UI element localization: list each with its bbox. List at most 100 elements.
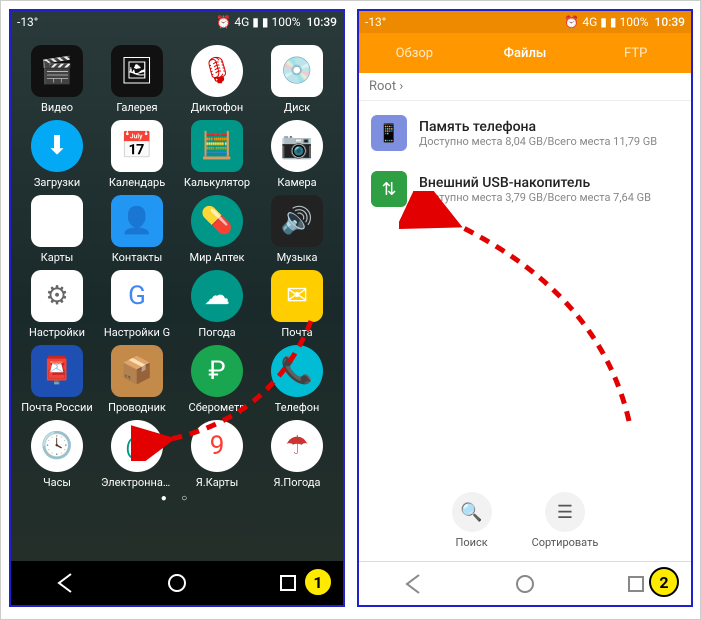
nav-home-button[interactable] xyxy=(505,564,545,604)
app-галерея[interactable]: 🖼 Галерея xyxy=(97,45,177,114)
alarm-icon: ⏰ xyxy=(216,15,231,29)
battery-percent: 100% xyxy=(272,15,301,29)
contacts-icon: 👤 xyxy=(111,195,163,247)
app-калькулятор[interactable]: 🧮 Калькулятор xyxy=(177,120,257,189)
status-icons: ⏰ 4G ▮ ▮ 100% xyxy=(564,15,648,29)
signal-icon: ▮ xyxy=(252,15,259,29)
phoneic-icon: 📞 xyxy=(271,345,323,397)
sber-icon: ₽ xyxy=(191,345,243,397)
explorer-icon: 📦 xyxy=(111,345,163,397)
dict-icon: 🎙 xyxy=(191,45,243,97)
nav-home-button[interactable] xyxy=(157,563,197,603)
app-label: Камера xyxy=(277,176,316,189)
app-label: Настройки G xyxy=(104,326,170,339)
nav-back-button[interactable] xyxy=(46,563,86,603)
app-карты[interactable]: 🗺 Карты xyxy=(17,195,97,264)
breadcrumb[interactable]: Root › xyxy=(359,73,691,101)
app-контакты[interactable]: 👤Контакты xyxy=(97,195,177,264)
action-sort[interactable]: ☰ Сортировать xyxy=(532,492,599,549)
network-icon: 4G xyxy=(234,15,249,29)
bottom-actions: 🔍 Поиск ☰ Сортировать xyxy=(359,492,691,549)
app-видео[interactable]: 🎬Видео xyxy=(17,45,97,114)
status-bar: -13° ⏰ 4G ▮ ▮ 100% 10:39 xyxy=(11,11,343,33)
storage-title: Внешний USB-накопитель xyxy=(419,175,651,191)
app-музыка[interactable]: 🔊Музыка xyxy=(257,195,337,264)
app-label: Я.Погода xyxy=(273,476,320,489)
storage-item[interactable]: ⇅Внешний USB-накопительДоступно места 3,… xyxy=(359,161,691,217)
app-настройки[interactable]: ⚙ Настройки xyxy=(17,270,97,339)
yweather-icon: ☂ xyxy=(271,420,323,472)
calc-icon: 🧮 xyxy=(191,120,243,172)
storage-sub: Доступно места 8,04 GB/Всего места 11,79… xyxy=(419,135,657,148)
nav-recent-button[interactable] xyxy=(268,563,308,603)
app-я.карты[interactable]: 9 Я.Карты xyxy=(177,420,257,489)
tab-overview[interactable]: Обзор xyxy=(359,33,470,73)
nav-bar xyxy=(359,561,691,605)
storage-sub: Доступно места 3,79 GB/Всего места 7,64 … xyxy=(419,191,651,204)
app-я.погода[interactable]: ☂ Я.Погода xyxy=(257,420,337,489)
app-label: Галерея xyxy=(116,101,157,114)
app-загрузки[interactable]: ⬇Загрузки xyxy=(17,120,97,189)
status-bar: -13° ⏰ 4G ▮ ▮ 100% 10:39 xyxy=(359,11,691,33)
app-мир аптек[interactable]: 💊Мир Аптек xyxy=(177,195,257,264)
alarm-icon: ⏰ xyxy=(564,15,579,29)
action-search[interactable]: 🔍 Поиск xyxy=(452,492,492,549)
app-камера[interactable]: 📷 Камера xyxy=(257,120,337,189)
status-temp: -13° xyxy=(17,15,38,29)
app-погода[interactable]: ☁Погода xyxy=(177,270,257,339)
app-настройки g[interactable]: G Настройки G xyxy=(97,270,177,339)
storage-item[interactable]: 📱 Память телефонаДоступно места 8,04 GB/В… xyxy=(359,105,691,161)
battery-percent: 100% xyxy=(620,15,649,29)
app-label: Сберометр xyxy=(189,401,246,414)
ymaps-icon: 9 xyxy=(191,420,243,472)
app-почта[interactable]: ✉Почта xyxy=(257,270,337,339)
app-label: Карты xyxy=(41,251,74,264)
signal-icon: ▮ xyxy=(600,15,607,29)
app-label: Электронная.. xyxy=(101,476,173,489)
file-tabs: Обзор Файлы FTP xyxy=(359,33,691,73)
nav-bar xyxy=(11,561,343,605)
app-label: Мир Аптек xyxy=(189,251,244,264)
app-диск[interactable]: 💿Диск xyxy=(257,45,337,114)
app-label: Музыка xyxy=(277,251,318,264)
app-label: Календарь xyxy=(109,176,165,189)
app-часы[interactable]: 🕓Часы xyxy=(17,420,97,489)
gallery-icon: 🖼 xyxy=(111,45,163,97)
battery-icon: ▮ xyxy=(262,15,269,29)
mail-icon: ✉ xyxy=(271,270,323,322)
screenshot-launcher: -13° ⏰ 4G ▮ ▮ 100% 10:39 🎬Видео 🖼 Галерея 🎙… xyxy=(9,9,345,607)
weather-icon: ☁ xyxy=(191,270,243,322)
app-label: Калькулятор xyxy=(184,176,250,189)
email-icon: @ xyxy=(111,420,163,472)
search-icon: 🔍 xyxy=(452,492,492,532)
app-проводник[interactable]: 📦 Проводник xyxy=(97,345,177,414)
app-grid: 🎬Видео 🖼 Галерея 🎙Диктофон💿Диск ⬇Загрузки📅Ка… xyxy=(11,33,343,489)
storage-title: Память телефона xyxy=(419,119,657,135)
app-электронная..[interactable]: @ Электронная.. xyxy=(97,420,177,489)
app-диктофон[interactable]: 🎙Диктофон xyxy=(177,45,257,114)
app-почта россии[interactable]: 📮Почта России xyxy=(17,345,97,414)
app-label: Проводник xyxy=(108,401,166,414)
page-indicator: ● ○ xyxy=(11,493,343,504)
app-label: Диск xyxy=(284,101,310,114)
tab-files[interactable]: Файлы xyxy=(470,33,581,73)
cam-icon: 📷 xyxy=(271,120,323,172)
phone-icon: 📱 xyxy=(371,115,407,151)
status-time: 10:39 xyxy=(307,15,337,29)
maps-icon: 🗺 xyxy=(31,195,83,247)
nav-back-button[interactable] xyxy=(394,564,434,604)
gset-icon: G xyxy=(111,270,163,322)
app-телефон[interactable]: 📞 Телефон xyxy=(257,345,337,414)
screenshot-file-manager: -13° ⏰ 4G ▮ ▮ 100% 10:39 Обзор Файлы FTP… xyxy=(357,9,693,607)
app-label: Я.Карты xyxy=(196,476,239,489)
settings-icon: ⚙ xyxy=(31,270,83,322)
step-badge: 2 xyxy=(649,567,679,597)
app-сберометр[interactable]: ₽ Сберометр xyxy=(177,345,257,414)
status-time: 10:39 xyxy=(655,15,685,29)
status-icons: ⏰ 4G ▮ ▮ 100% xyxy=(216,15,300,29)
storage-list: 📱 Память телефонаДоступно места 8,04 GB/В… xyxy=(359,101,691,221)
tab-ftp[interactable]: FTP xyxy=(580,33,691,73)
app-label: Телефон xyxy=(275,401,320,414)
app-календарь[interactable]: 📅Календарь xyxy=(97,120,177,189)
app-label: Настройки xyxy=(29,326,85,339)
